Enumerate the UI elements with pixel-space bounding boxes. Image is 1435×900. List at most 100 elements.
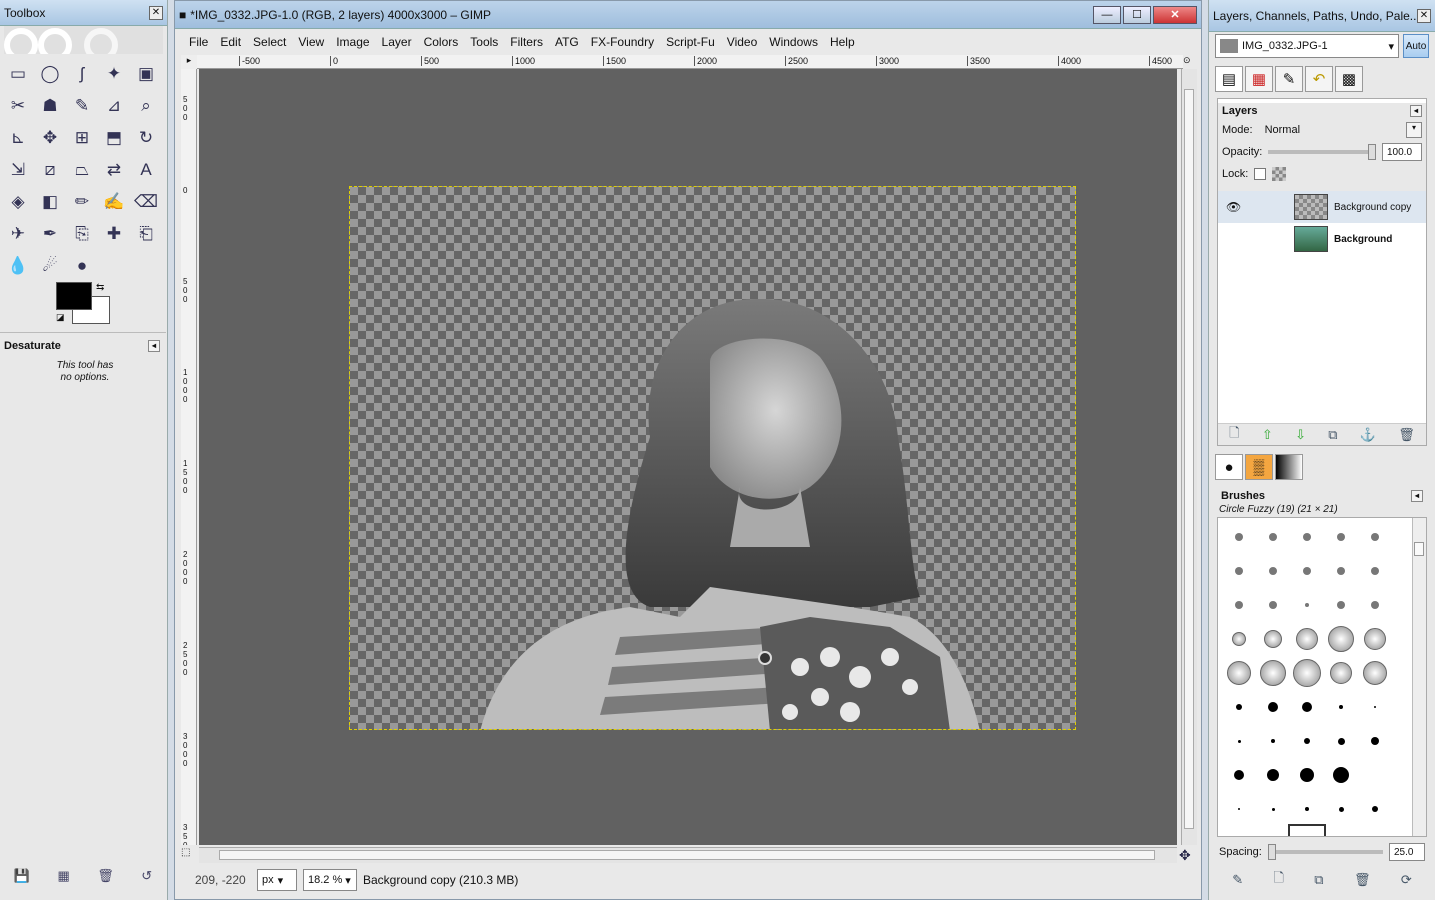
- palettes-tab-icon[interactable]: ▩: [1335, 66, 1363, 92]
- brush-item[interactable]: [1222, 622, 1256, 656]
- image-layer[interactable]: [349, 186, 1076, 730]
- brush-item[interactable]: [1256, 520, 1290, 554]
- opacity-slider-handle[interactable]: [1368, 144, 1376, 160]
- brush-item[interactable]: [1222, 826, 1256, 836]
- toolbox-titlebar[interactable]: Toolbox ✕: [0, 0, 167, 26]
- unit-selector[interactable]: px ▾: [257, 869, 297, 891]
- horizontal-ruler[interactable]: -500 0 500 1000 1500 2000 2500 3000 3500 4000 4500: [197, 55, 1183, 69]
- brushes-tab-icon[interactable]: ●: [1215, 454, 1243, 480]
- pencil-icon[interactable]: ✏: [66, 186, 98, 218]
- clone-icon[interactable]: ⎘: [66, 218, 98, 250]
- brush-item[interactable]: [1290, 656, 1324, 690]
- new-brush-icon[interactable]: 🗋: [1273, 869, 1283, 891]
- menu-fxfoundry[interactable]: FX-Foundry: [585, 33, 660, 53]
- eraser-icon[interactable]: ⌫: [130, 186, 162, 218]
- ink-icon[interactable]: ✒: [34, 218, 66, 250]
- zoom-lock-icon[interactable]: ⊙: [1183, 55, 1197, 69]
- blur-icon[interactable]: 💧: [2, 250, 34, 282]
- menu-atg[interactable]: ATG: [549, 33, 585, 53]
- horizontal-scroll-thumb[interactable]: [219, 850, 1155, 860]
- patterns-tab-icon[interactable]: ▒: [1245, 454, 1273, 480]
- auto-button[interactable]: Auto: [1403, 34, 1429, 58]
- zoom-selector[interactable]: 18.2 % ▾: [303, 869, 357, 891]
- brush-item[interactable]: [1222, 554, 1256, 588]
- toggle-quick-mask-icon[interactable]: ⬚: [181, 847, 197, 863]
- swap-colors-icon[interactable]: ⇆: [96, 282, 104, 293]
- restore-options-icon[interactable]: ▦: [57, 868, 69, 884]
- brush-item[interactable]: [1256, 554, 1290, 588]
- lasso-icon[interactable]: ʃ: [66, 58, 98, 90]
- brush-item[interactable]: [1222, 758, 1256, 792]
- rotate-icon[interactable]: ↻: [130, 122, 162, 154]
- brush-item[interactable]: [1358, 792, 1392, 826]
- brush-item[interactable]: [1256, 588, 1290, 622]
- menu-windows[interactable]: Windows: [763, 33, 824, 53]
- brushes-scrollbar[interactable]: [1412, 518, 1426, 836]
- text-icon[interactable]: A: [130, 154, 162, 186]
- brush-item[interactable]: [1324, 826, 1358, 836]
- layers-tab-icon[interactable]: ▤: [1215, 66, 1243, 92]
- spacing-slider[interactable]: [1267, 844, 1383, 860]
- brush-item[interactable]: [1256, 724, 1290, 758]
- brush-item[interactable]: [1324, 758, 1358, 792]
- brush-item[interactable]: [1256, 690, 1290, 724]
- brush-item[interactable]: [1256, 656, 1290, 690]
- foreground-select-icon[interactable]: ☗: [34, 90, 66, 122]
- brush-item[interactable]: [1222, 656, 1256, 690]
- undo-tab-icon[interactable]: ↶: [1305, 66, 1333, 92]
- canvas-area[interactable]: [199, 69, 1177, 845]
- duplicate-layer-icon[interactable]: ⧉: [1328, 427, 1337, 443]
- delete-layer-icon[interactable]: 🗑: [1398, 427, 1415, 443]
- minimize-button[interactable]: —: [1093, 5, 1121, 24]
- menu-filters[interactable]: Filters: [504, 33, 549, 53]
- brush-item[interactable]: [1222, 724, 1256, 758]
- menu-help[interactable]: Help: [824, 33, 861, 53]
- lower-layer-icon[interactable]: ⇩: [1295, 427, 1306, 443]
- ellipse-select-icon[interactable]: ◯: [34, 58, 66, 90]
- brush-item[interactable]: [1222, 690, 1256, 724]
- opacity-slider[interactable]: [1268, 144, 1376, 160]
- crop-icon[interactable]: ⬒: [98, 122, 130, 154]
- image-titlebar[interactable]: ■ *IMG_0332.JPG-1.0 (RGB, 2 layers) 4000…: [175, 1, 1201, 29]
- reset-options-icon[interactable]: ↺: [141, 868, 152, 884]
- eye-icon[interactable]: 👁: [1226, 200, 1242, 214]
- brush-item[interactable]: [1290, 622, 1324, 656]
- brush-item[interactable]: [1324, 656, 1358, 690]
- spacing-slider-handle[interactable]: [1267, 844, 1276, 860]
- brush-item[interactable]: [1324, 724, 1358, 758]
- color-select-icon[interactable]: ▣: [130, 58, 162, 90]
- scale-icon[interactable]: ⇲: [2, 154, 34, 186]
- dock-close-icon[interactable]: ✕: [1417, 8, 1431, 23]
- brush-item[interactable]: [1358, 826, 1392, 836]
- brush-item[interactable]: [1290, 588, 1324, 622]
- menu-layer[interactable]: Layer: [376, 33, 418, 53]
- scissors-icon[interactable]: ✂: [2, 90, 34, 122]
- menu-tools[interactable]: Tools: [464, 33, 504, 53]
- vertical-scroll-thumb[interactable]: [1184, 89, 1194, 829]
- foreground-color-swatch[interactable]: [56, 282, 92, 310]
- smudge-icon[interactable]: ☄: [34, 250, 66, 282]
- zoom-icon[interactable]: ⌕: [130, 90, 162, 122]
- brush-item[interactable]: [1256, 792, 1290, 826]
- brush-item[interactable]: [1358, 622, 1392, 656]
- spacing-value[interactable]: 25.0: [1389, 843, 1425, 861]
- flip-icon[interactable]: ⇄: [98, 154, 130, 186]
- tool-options-menu-icon[interactable]: ◂: [148, 340, 160, 352]
- duplicate-brush-icon[interactable]: ⧉: [1314, 872, 1323, 888]
- brush-item[interactable]: [1358, 520, 1392, 554]
- layer-row[interactable]: 👁 Background copy: [1218, 191, 1426, 223]
- raise-layer-icon[interactable]: ⇧: [1262, 427, 1273, 443]
- color-picker-icon[interactable]: ⊿: [98, 90, 130, 122]
- maximize-button[interactable]: ☐: [1123, 5, 1151, 24]
- vertical-scrollbar[interactable]: [1181, 69, 1197, 845]
- brush-item[interactable]: [1290, 758, 1324, 792]
- paths-tab-icon[interactable]: ✎: [1275, 66, 1303, 92]
- brush-item[interactable]: [1358, 656, 1392, 690]
- rect-select-icon[interactable]: ▭: [2, 58, 34, 90]
- vertical-ruler[interactable]: 500 0 500 1000 1500 2000 2500 3000 3500: [181, 69, 197, 845]
- measure-icon[interactable]: ⊾: [2, 122, 34, 154]
- menu-file[interactable]: File: [183, 33, 214, 53]
- menu-edit[interactable]: Edit: [214, 33, 247, 53]
- brush-item[interactable]: [1324, 622, 1358, 656]
- perspective-icon[interactable]: ⏢: [66, 154, 98, 186]
